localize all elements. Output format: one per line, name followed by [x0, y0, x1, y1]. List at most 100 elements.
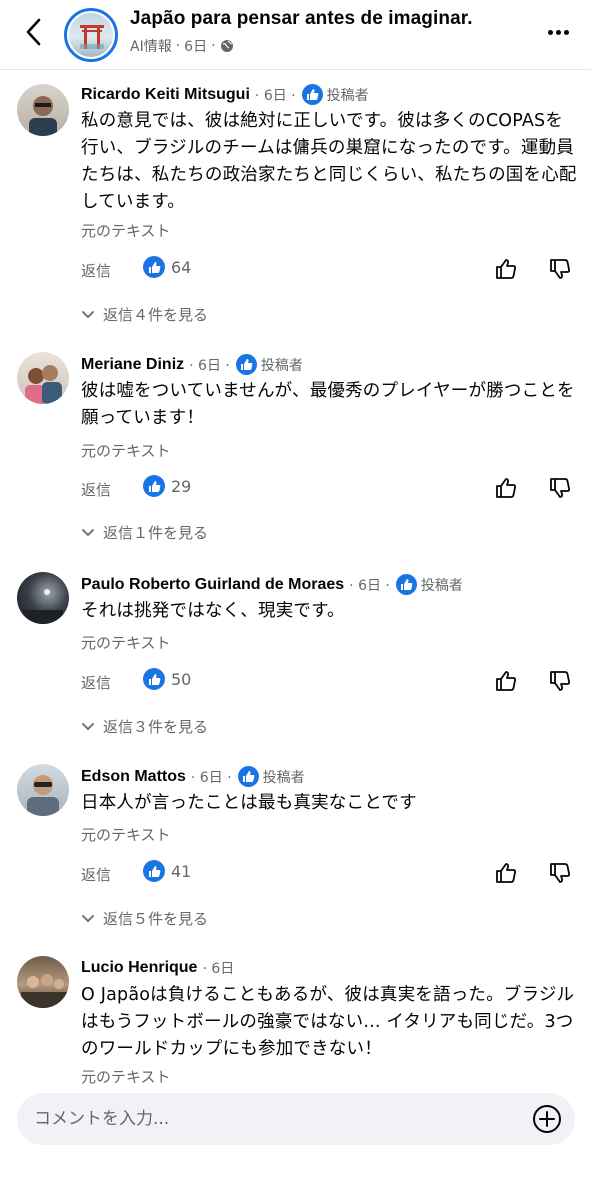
- author-label: 投稿者: [262, 769, 305, 786]
- separator-dot: ·: [211, 38, 216, 54]
- like-badge-icon: [143, 668, 165, 690]
- avatar[interactable]: [17, 84, 69, 136]
- comment-input-container: [17, 1093, 575, 1145]
- thumbs-down-icon: [550, 863, 570, 883]
- thumbs-down-icon: [550, 478, 570, 498]
- like-badge-icon: [143, 475, 165, 497]
- dislike-button[interactable]: [545, 473, 575, 503]
- comment-text: O Japãoは負けることもあるが、彼は真実を語った。ブラジルはもうフットボール…: [81, 985, 575, 1059]
- comment-header: Edson Mattos · 6日 · 投稿者: [81, 766, 305, 787]
- commenter-name[interactable]: Edson Mattos: [81, 768, 186, 786]
- add-circle-icon[interactable]: [532, 1104, 562, 1134]
- group-title[interactable]: Japão para pensar antes de imaginar.: [130, 8, 473, 30]
- commenter-name[interactable]: Lucio Henrique: [81, 959, 197, 977]
- comment-actions: 返信 64: [81, 254, 581, 284]
- reaction-count[interactable]: 41: [143, 860, 191, 882]
- dot-icon: [547, 29, 553, 35]
- dot-icon: [563, 29, 569, 35]
- author-label: 投稿者: [326, 87, 369, 104]
- person-photo: [25, 365, 62, 404]
- comment-item: Lucio Henrique · 6日 O Japãoは負けることもあるが、彼は…: [0, 956, 591, 1084]
- chevron-down-icon: [82, 310, 94, 318]
- comment-item: Paulo Roberto Guirland de Moraes · 6日 · …: [0, 572, 591, 742]
- comment-actions: 返信 29: [81, 473, 581, 503]
- person-photo: [27, 775, 59, 816]
- author-label: 投稿者: [260, 357, 303, 374]
- comment-item: Meriane Diniz · 6日 · 投稿者 彼は嘘をついていませんが、最優…: [0, 352, 591, 552]
- comment-header: Ricardo Keiti Mitsugui · 6日 · 投稿者: [81, 84, 369, 105]
- view-replies-button[interactable]: 返信３件を見る: [81, 716, 208, 737]
- comment-time: · 6日 ·: [190, 769, 232, 786]
- view-replies-button[interactable]: 返信４件を見る: [81, 304, 208, 325]
- comment-time: · 6日 ·: [254, 87, 296, 104]
- see-original-link[interactable]: 元のテキスト: [81, 632, 171, 653]
- dot-icon: [555, 29, 561, 35]
- top-bar: Japão para pensar antes de imaginar. AI情…: [0, 0, 591, 70]
- author-label: 投稿者: [420, 577, 463, 594]
- like-button[interactable]: [491, 666, 521, 696]
- globe-icon: [220, 40, 233, 52]
- dislike-button[interactable]: [545, 858, 575, 888]
- comment-header: Meriane Diniz · 6日 · 投稿者: [81, 354, 303, 375]
- group-avatar[interactable]: [64, 8, 118, 62]
- group-photo: [21, 974, 67, 1008]
- thumbs-up-icon: [496, 671, 516, 691]
- comment-time: · 6日 ·: [349, 577, 390, 594]
- view-replies-button[interactable]: 返信５件を見る: [81, 908, 208, 929]
- dislike-button[interactable]: [545, 666, 575, 696]
- comment-time: · 6日 ·: [189, 357, 230, 374]
- comment-actions: 返信 41: [81, 858, 581, 888]
- comment-header: Paulo Roberto Guirland de Moraes · 6日 · …: [81, 574, 463, 595]
- separator-dot: ·: [175, 38, 181, 54]
- commenter-name[interactable]: Paulo Roberto Guirland de Moraes: [81, 576, 344, 594]
- like-badge-icon: [143, 256, 165, 278]
- group-category[interactable]: AI情報: [130, 36, 172, 56]
- like-button[interactable]: [491, 254, 521, 284]
- back-button[interactable]: [18, 14, 48, 50]
- comment-item: Ricardo Keiti Mitsugui · 6日 · 投稿者 私の意見では…: [0, 80, 591, 340]
- more-options-button[interactable]: [543, 20, 573, 44]
- commenter-name[interactable]: Meriane Diniz: [81, 356, 184, 374]
- see-original-link[interactable]: 元のテキスト: [81, 440, 171, 461]
- comment-text: それは挑発ではなく、現実です。: [81, 601, 345, 621]
- torii-gate-image: [80, 25, 104, 49]
- chevron-down-icon: [82, 722, 94, 730]
- dislike-button[interactable]: [545, 254, 575, 284]
- reply-button[interactable]: 返信: [81, 864, 111, 885]
- comment-actions: 返信 50: [81, 666, 581, 696]
- thumbs-down-icon: [550, 671, 570, 691]
- avatar[interactable]: [17, 572, 69, 624]
- reply-button[interactable]: 返信: [81, 672, 111, 693]
- reply-button[interactable]: 返信: [81, 479, 111, 500]
- avatar[interactable]: [17, 764, 69, 816]
- view-replies-button[interactable]: 返信１件を見る: [81, 522, 208, 543]
- chevron-left-icon: [26, 18, 41, 46]
- see-original-link[interactable]: 元のテキスト: [81, 220, 171, 241]
- night-photo: [23, 589, 63, 624]
- comment-input[interactable]: [17, 1093, 517, 1145]
- like-badge-icon: [143, 860, 165, 882]
- like-button[interactable]: [491, 858, 521, 888]
- post-time: 6日: [184, 39, 208, 55]
- comment-item: Edson Mattos · 6日 · 投稿者 日本人が言ったことは最も真実なこ…: [0, 764, 591, 934]
- person-photo: [29, 96, 57, 136]
- comment-header: Lucio Henrique · 6日: [81, 958, 234, 978]
- reaction-count[interactable]: 64: [143, 256, 191, 278]
- reply-button[interactable]: 返信: [81, 260, 111, 281]
- chevron-down-icon: [82, 528, 94, 536]
- avatar[interactable]: [17, 352, 69, 404]
- commenter-name[interactable]: Ricardo Keiti Mitsugui: [81, 86, 250, 104]
- reaction-count[interactable]: 29: [143, 475, 191, 497]
- thumbs-up-icon: [496, 478, 516, 498]
- author-badge-icon: [301, 84, 323, 105]
- avatar[interactable]: [17, 956, 69, 1008]
- thumbs-up-icon: [496, 863, 516, 883]
- see-original-link[interactable]: 元のテキスト: [81, 1066, 171, 1084]
- author-badge-icon: [235, 354, 257, 375]
- author-badge-icon: [237, 766, 259, 787]
- see-original-link[interactable]: 元のテキスト: [81, 824, 171, 845]
- like-button[interactable]: [491, 473, 521, 503]
- comment-time: · 6日: [202, 961, 235, 977]
- reaction-count[interactable]: 50: [143, 668, 191, 690]
- comment-list: Ricardo Keiti Mitsugui · 6日 · 投稿者 私の意見では…: [0, 70, 591, 1084]
